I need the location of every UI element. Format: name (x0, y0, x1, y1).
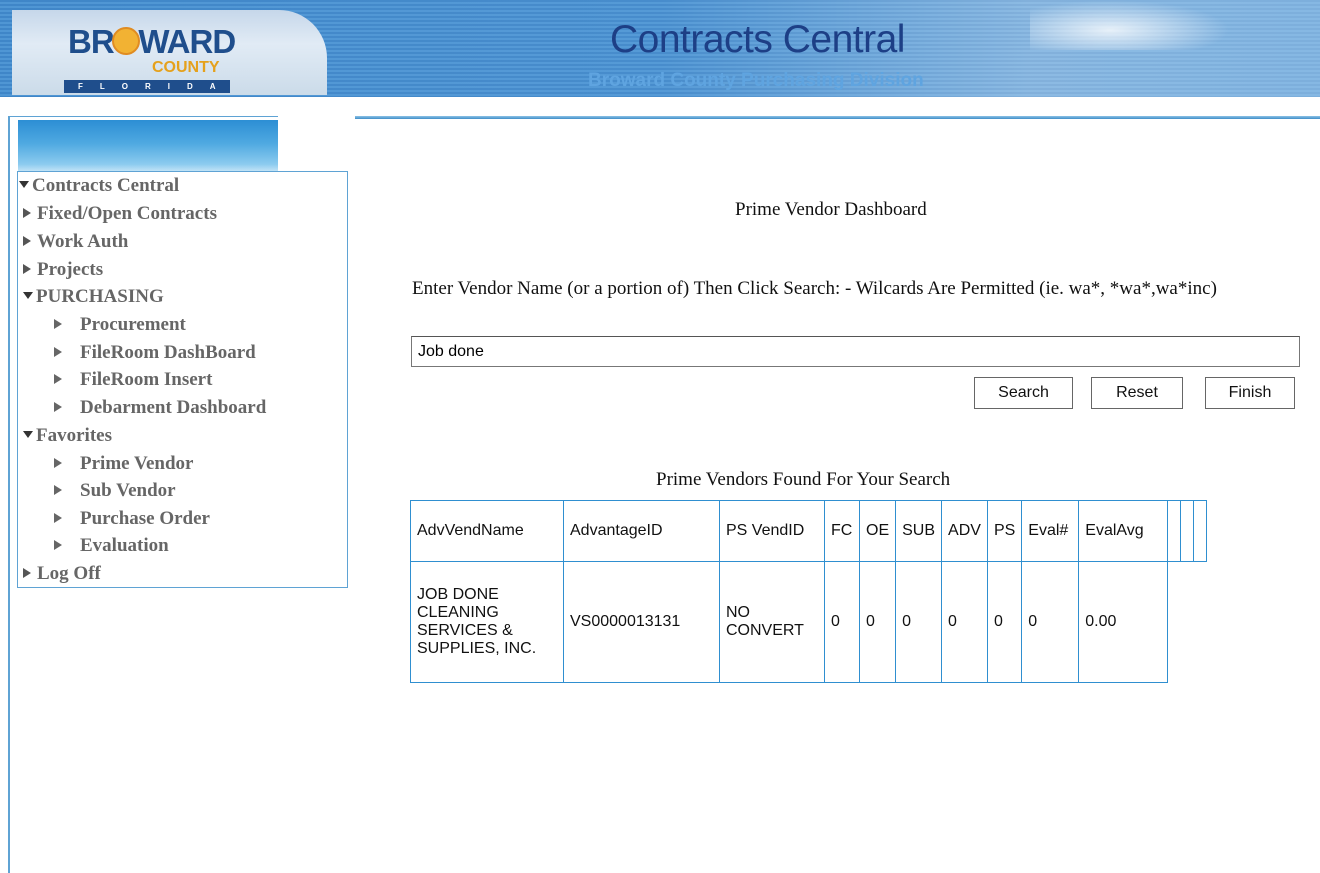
sidebar-item-fileroom-dashboard[interactable]: FileRoom DashBoard (54, 342, 256, 364)
expanded-triangle-icon (23, 431, 33, 439)
logo-sun-icon (112, 27, 140, 55)
logo-county: COUNTY (152, 59, 220, 76)
sidebar-item-label: FileRoom Insert (80, 369, 213, 390)
table-cell: 0.00 (1078, 561, 1169, 683)
sidebar-item-debarment-dashboard[interactable]: Debarment Dashboard (54, 397, 266, 419)
sidebar-item-label: Log Off (37, 563, 101, 584)
blank-column-header (1167, 500, 1182, 562)
site-title: Contracts Central (610, 18, 905, 61)
sidebar-item-projects[interactable]: Projects (23, 259, 103, 281)
page-title: Prime Vendor Dashboard (735, 199, 927, 220)
sidebar-item-label: PURCHASING (36, 286, 164, 307)
collapsed-triangle-icon (54, 346, 62, 357)
broward-county-logo[interactable]: BROWARD COUNTY FLORIDA (58, 13, 236, 93)
sidebar-item-label: Evaluation (80, 535, 169, 556)
collapsed-triangle-icon (54, 484, 62, 495)
table-cell: 0 (1021, 561, 1080, 683)
header-banner: BROWARD COUNTY FLORIDA Contracts Central… (0, 0, 1320, 97)
frame-top-left-border (8, 116, 278, 117)
results-table: AdvVendName AdvantageID PS VendID FC OE … (410, 500, 1208, 683)
sidebar-item-fixed-open-contracts[interactable]: Fixed/Open Contracts (23, 203, 217, 225)
search-instructions: Enter Vendor Name (or a portion of) Then… (412, 278, 1217, 299)
reset-button[interactable]: Reset (1091, 377, 1183, 409)
sidebar-item-label: Procurement (80, 314, 186, 335)
sidebar-item-label: Contracts Central (32, 175, 180, 196)
sidebar-item-prime-vendor[interactable]: Prime Vendor (54, 453, 193, 475)
sidebar-item-procurement[interactable]: Procurement (54, 314, 186, 336)
table-row[interactable]: JOB DONE CLEANING SERVICES & SUPPLIES, I… (410, 561, 1207, 683)
banner-cloud (1030, 0, 1230, 50)
frame-left-border (8, 116, 10, 873)
column-header[interactable]: FC (824, 500, 860, 562)
sidebar-item-evaluation[interactable]: Evaluation (54, 535, 169, 557)
sidebar-item-log-off[interactable]: Log Off (23, 563, 101, 585)
table-cell: 0 (895, 561, 943, 683)
table-cell: 0 (858, 561, 897, 683)
table-cell: 0 (986, 561, 1023, 683)
sidebar-item-label: Debarment Dashboard (80, 397, 267, 418)
sidebar-item-label: FileRoom DashBoard (80, 342, 256, 363)
sidebar-item-purchasing[interactable]: PURCHASING (23, 286, 164, 308)
search-button[interactable]: Search (974, 377, 1073, 409)
column-header[interactable]: SUB (895, 500, 943, 562)
collapsed-triangle-icon (23, 567, 31, 578)
sidebar-item-sub-vendor[interactable]: Sub Vendor (54, 480, 176, 502)
table-header-row: AdvVendName AdvantageID PS VendID FC OE … (410, 500, 1208, 562)
table-cell: 0 (941, 561, 988, 683)
sidebar-item-work-auth[interactable]: Work Auth (23, 231, 128, 253)
table-cell: VS0000013131 (563, 561, 720, 683)
sidebar-item-label: Purchase Order (80, 508, 210, 529)
collapsed-triangle-icon (54, 318, 62, 329)
collapsed-triangle-icon (54, 512, 62, 523)
blank-column-header (1193, 500, 1208, 562)
sidebar-item-purchase-order[interactable]: Purchase Order (54, 508, 210, 530)
column-header[interactable]: OE (858, 500, 897, 562)
collapsed-triangle-icon (23, 235, 31, 246)
column-header[interactable]: PS (986, 500, 1023, 562)
collapsed-triangle-icon (23, 263, 31, 274)
collapsed-triangle-icon (54, 373, 62, 384)
sidebar-item-label: Prime Vendor (80, 453, 194, 474)
logo-word: BROWARD (68, 23, 236, 60)
sidebar-item-contracts-central[interactable]: Contracts Central (19, 175, 179, 197)
table-cell: 0 (824, 561, 860, 683)
sidebar-header-graphic (18, 120, 278, 172)
blank-column-header (1180, 500, 1195, 562)
expanded-triangle-icon (19, 181, 29, 189)
expanded-triangle-icon (23, 292, 33, 300)
collapsed-triangle-icon (54, 539, 62, 550)
sidebar-item-fileroom-insert[interactable]: FileRoom Insert (54, 369, 212, 391)
column-header[interactable]: PS VendID (719, 500, 825, 562)
sidebar-item-label: Projects (37, 259, 104, 280)
sidebar-nav: Contracts Central Fixed/Open Contracts W… (17, 171, 348, 588)
sidebar-item-label: Work Auth (37, 231, 129, 252)
column-header[interactable]: AdvVendName (410, 500, 564, 562)
sidebar-item-favorites[interactable]: Favorites (23, 425, 112, 447)
collapsed-triangle-icon (54, 457, 62, 468)
collapsed-triangle-icon (54, 401, 62, 412)
vendor-search-input[interactable] (411, 336, 1300, 367)
collapsed-triangle-icon (23, 207, 31, 218)
results-caption: Prime Vendors Found For Your Search (656, 469, 951, 490)
finish-button[interactable]: Finish (1205, 377, 1295, 409)
column-header[interactable]: EvalAvg (1078, 500, 1169, 562)
sidebar-item-label: Sub Vendor (80, 480, 176, 501)
table-cell: NO CONVERT (719, 561, 825, 683)
column-header[interactable]: ADV (941, 500, 988, 562)
sidebar-item-label: Favorites (36, 425, 112, 446)
frame-top-right-border (355, 116, 1320, 119)
sidebar-item-label: Fixed/Open Contracts (37, 203, 217, 224)
column-header[interactable]: AdvantageID (563, 500, 720, 562)
site-subtitle: Broward County Purchasing Division (588, 70, 924, 91)
table-cell[interactable]: JOB DONE CLEANING SERVICES & SUPPLIES, I… (410, 561, 564, 683)
logo-state-strip: FLORIDA (64, 80, 230, 93)
column-header[interactable]: Eval# (1021, 500, 1080, 562)
